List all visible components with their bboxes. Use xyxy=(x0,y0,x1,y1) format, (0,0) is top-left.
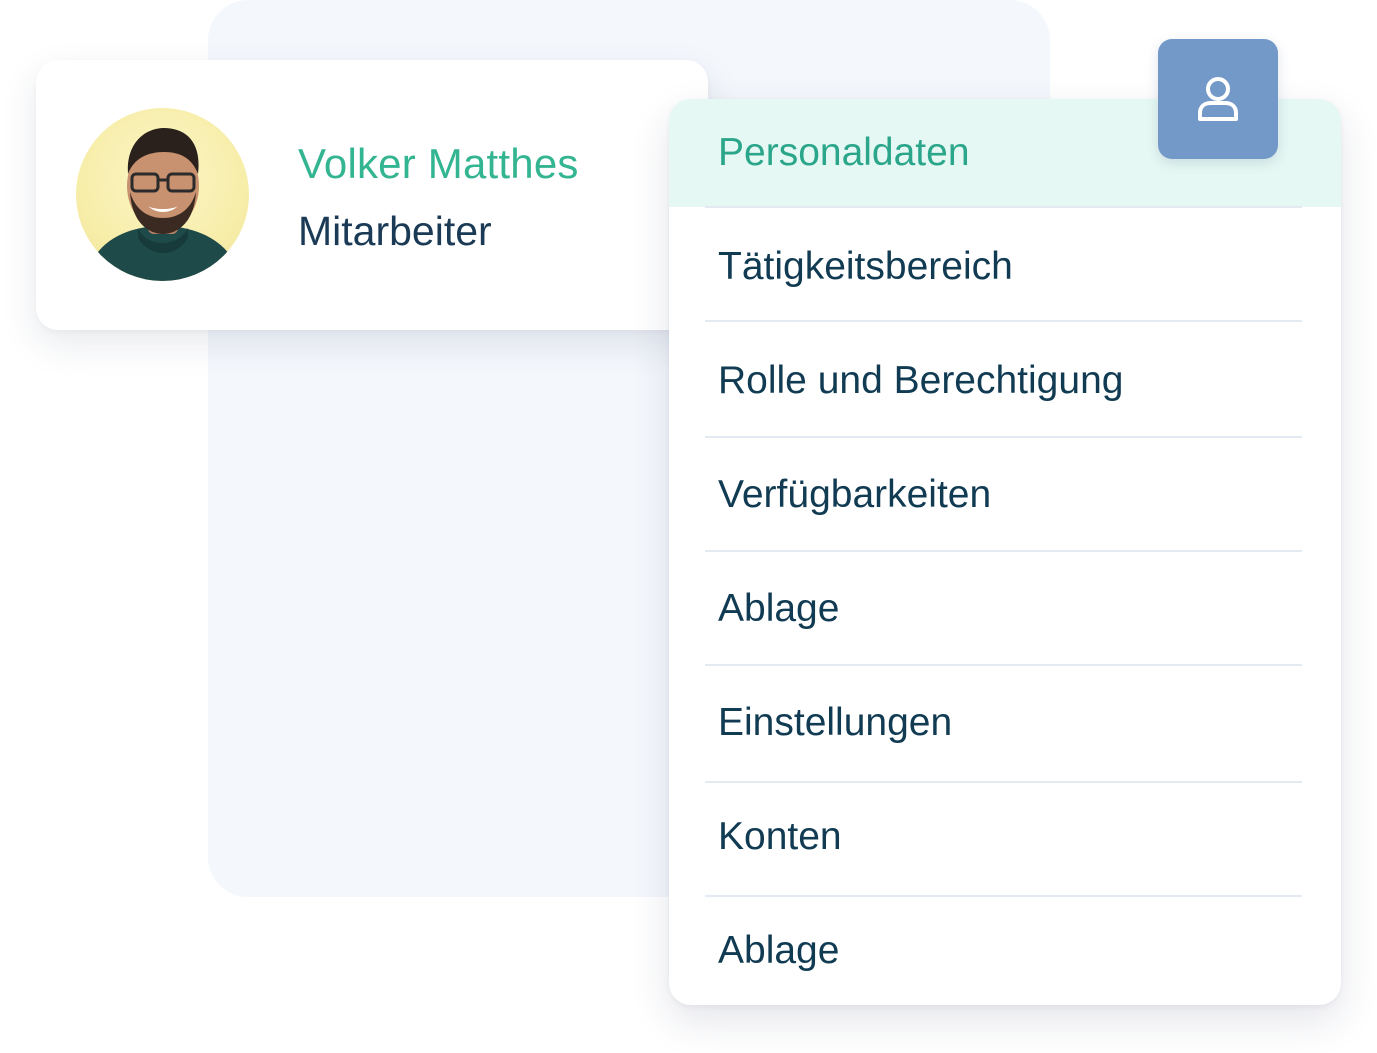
menu-item-konten[interactable]: Konten xyxy=(669,783,1341,891)
menu-item-verfuegbarkeiten[interactable]: Verfügbarkeiten xyxy=(669,441,1341,549)
stage: Volker Matthes Mitarbeiter Personaldaten… xyxy=(0,0,1377,1053)
menu-item-ablage-2[interactable]: Ablage xyxy=(669,897,1341,1005)
menu-item-einstellungen[interactable]: Einstellungen xyxy=(669,669,1341,777)
menu-divider xyxy=(705,664,1302,666)
profile-name: Volker Matthes xyxy=(298,140,579,187)
menu-item-taetigkeitsbereich[interactable]: Tätigkeitsbereich xyxy=(669,213,1341,321)
profile-card: Volker Matthes Mitarbeiter xyxy=(36,60,708,330)
menu-item-label: Konten xyxy=(718,815,842,858)
menu-item-label: Personaldaten xyxy=(718,131,970,174)
menu-item-label: Ablage xyxy=(718,587,840,630)
menu-item-label: Einstellungen xyxy=(718,701,953,744)
menu-divider xyxy=(705,436,1302,438)
menu-item-ablage[interactable]: Ablage xyxy=(669,555,1341,663)
user-profile-button[interactable] xyxy=(1158,39,1278,159)
menu-item-label: Rolle und Berechtigung xyxy=(718,359,1124,402)
menu-item-label: Tätigkeitsbereich xyxy=(718,245,1013,288)
menu-item-rolle-und-berechtigung[interactable]: Rolle und Berechtigung xyxy=(669,327,1341,435)
profile-role: Mitarbeiter xyxy=(298,208,492,254)
menu-divider xyxy=(705,550,1302,552)
avatar xyxy=(76,108,249,281)
menu-item-label: Ablage xyxy=(718,929,840,972)
menu-item-label: Verfügbarkeiten xyxy=(718,473,992,516)
avatar-portrait xyxy=(86,128,240,281)
menu-divider xyxy=(705,206,1302,208)
profile-menu: Personaldaten Tätigkeitsbereich Rolle un… xyxy=(669,99,1341,1005)
user-icon xyxy=(1198,77,1238,121)
menu-divider xyxy=(705,320,1302,322)
